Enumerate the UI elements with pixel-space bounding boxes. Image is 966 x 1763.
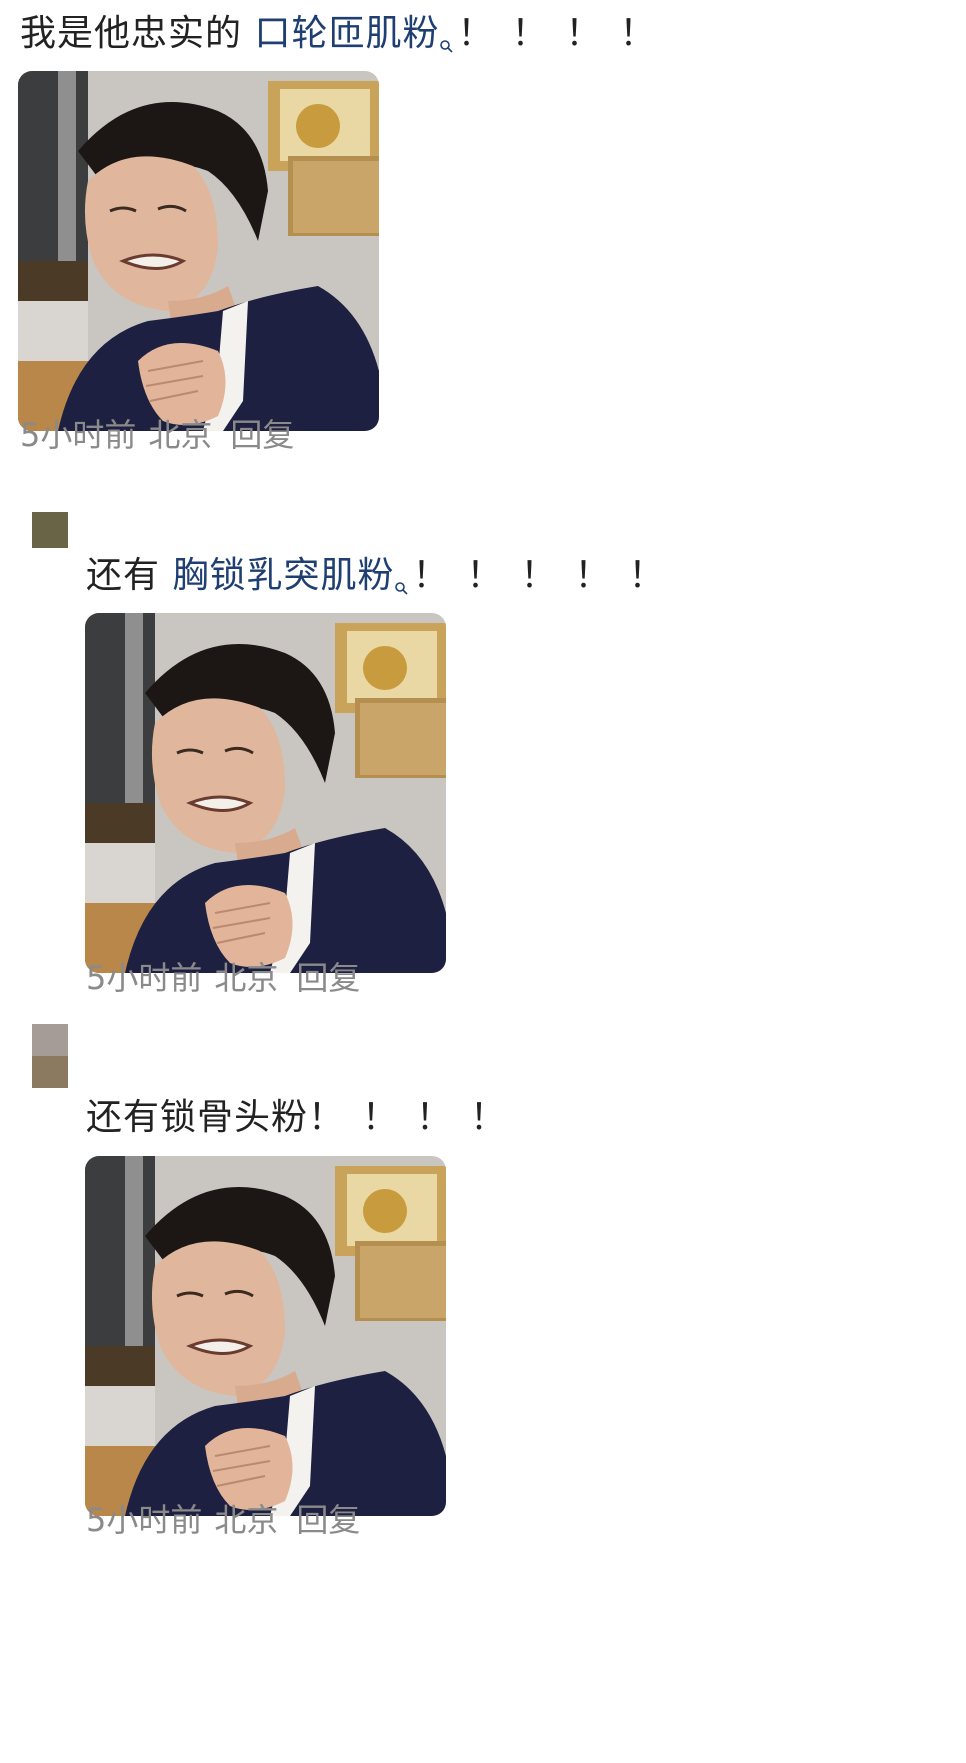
meme-image[interactable] [85,613,446,973]
meme-image[interactable] [85,1156,446,1516]
comment-time: 5小时前 [86,1501,203,1539]
comment-text-prefix: 还有锁骨头粉 [86,1097,309,1138]
comment-location: 北京 [148,416,213,454]
comment-text-prefix: 我是他忠实的 [20,13,255,54]
comment-exclaims: ！！！！ [308,1097,525,1138]
topic-link[interactable]: 胸锁乳突肌粉 [172,555,394,596]
search-icon[interactable] [439,18,453,32]
comment-time: 5小时前 [86,959,203,997]
avatar[interactable] [32,512,68,548]
topic-link[interactable]: 口轮匝肌粉 [254,13,439,54]
comment-exclaims: ！！！！ [457,13,674,54]
reply-button[interactable]: 回复 [296,959,360,997]
comment-time: 5小时前 [20,416,137,454]
comment-text: 我是他忠实的 口轮匝肌粉 ！！！！ [20,10,673,58]
search-icon[interactable] [394,560,408,574]
comment-text-prefix: 还有 [86,555,173,596]
comment-meta: 5小时前 北京 回复 [86,958,372,998]
avatar[interactable] [32,1024,68,1088]
comment-exclaims: ！！！！！ [412,555,683,596]
comment-meta: 5小时前 北京 回复 [86,1500,372,1540]
meme-image[interactable] [18,71,379,431]
comment-text: 还有 胸锁乳突肌粉 ！！！！！ [86,552,682,600]
reply-button[interactable]: 回复 [230,416,294,454]
comment-meta: 5小时前 北京 回复 [20,415,306,455]
comment-text: 还有锁骨头粉！！！！ [86,1094,524,1142]
reply-button[interactable]: 回复 [296,1501,360,1539]
comment-location: 北京 [214,959,279,997]
comment-location: 北京 [214,1501,279,1539]
